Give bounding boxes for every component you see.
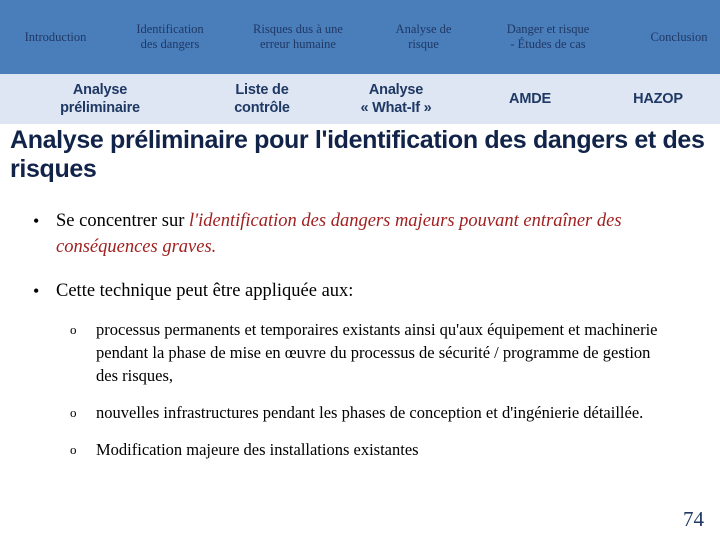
list-item: o Modification majeure des installations …: [0, 438, 720, 461]
subbullet-marker-icon: o: [70, 442, 77, 457]
slide-content: • Se concentrer sur l'identification des …: [0, 208, 720, 461]
list-item: o processus permanents et temporaires exi…: [0, 318, 720, 387]
subbullet-text: Modification majeure des installations e…: [96, 440, 419, 459]
bullet-lead-text: Se concentrer sur: [56, 211, 190, 231]
bullet-marker-icon: •: [33, 211, 40, 231]
page-number: 74: [683, 507, 704, 531]
nav-item-conclusion[interactable]: Conclusion: [616, 30, 720, 45]
subbullet-text: nouvelles infrastructures pendant les ph…: [96, 403, 644, 422]
subnav-item-amde[interactable]: AMDE: [468, 90, 592, 108]
nav-item-danger-et-risque-etudes-de-cas[interactable]: Danger et risque - Études de cas: [480, 22, 616, 52]
nav-item-identification-des-dangers[interactable]: Identification des dangers: [111, 22, 229, 52]
subnav-item-analyse-preliminaire[interactable]: Analyse préliminaire: [0, 81, 200, 117]
nav-item-analyse-de-risque[interactable]: Analyse de risque: [367, 22, 480, 52]
nav-item-risques-erreur-humaine[interactable]: Risques dus à une erreur humaine: [229, 22, 367, 52]
list-item: • Cette technique peut être appliquée aux…: [0, 278, 720, 304]
subnav-item-liste-de-controle[interactable]: Liste de contrôle: [200, 81, 324, 117]
subbullet-text: processus permanents et temporaires exis…: [96, 320, 658, 385]
bullet-lead-text: Cette technique peut être appliquée aux:: [56, 281, 354, 301]
subnav-item-hazop[interactable]: HAZOP: [592, 90, 720, 108]
subnav-item-analyse-what-if[interactable]: Analyse « What-If »: [324, 81, 468, 117]
subbullet-marker-icon: o: [70, 322, 77, 337]
primary-navigation-bar: Introduction Identification des dangers …: [0, 0, 720, 74]
page-title: Analyse préliminaire pour l'identificati…: [10, 126, 705, 183]
list-item: o nouvelles infrastructures pendant les p…: [0, 401, 720, 424]
list-item: • Se concentrer sur l'identification des …: [0, 208, 720, 260]
subbullet-marker-icon: o: [70, 405, 77, 420]
nav-item-introduction[interactable]: Introduction: [0, 30, 111, 45]
bullet-marker-icon: •: [33, 281, 40, 301]
secondary-navigation-bar: Analyse préliminaire Liste de contrôle A…: [0, 74, 720, 124]
